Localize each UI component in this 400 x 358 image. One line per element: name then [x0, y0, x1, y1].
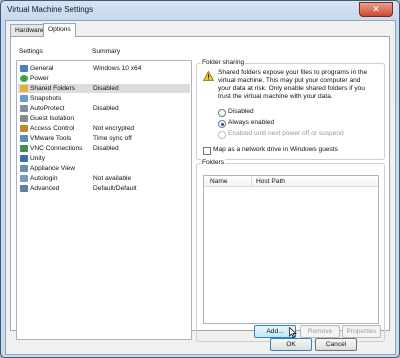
folders-table[interactable]: Name Host Path: [203, 175, 379, 324]
row-label: Advanced: [30, 185, 60, 192]
folders-table-header: Name Host Path: [204, 176, 378, 187]
vmware-tools-icon: [20, 135, 28, 142]
radio-disabled[interactable]: [218, 109, 226, 117]
row-value: Time sync off: [93, 135, 132, 142]
row-label: AutoProtect: [30, 105, 65, 112]
warning-line: trust the virtual machine with your data…: [218, 93, 333, 100]
autologin-icon: [20, 175, 28, 182]
row-label: Autologin: [30, 175, 58, 182]
folder-sharing-label: Folder sharing: [201, 59, 246, 66]
row-value: Disabled: [93, 145, 119, 152]
warning-line: virtual machine. This may put your compu…: [218, 77, 361, 84]
warning-icon: [203, 71, 214, 81]
row-value: Not available: [93, 175, 132, 182]
row-value: Windows 10 x64: [93, 65, 142, 72]
folders-group: Folders Name Host Path Add... Remove Pro…: [196, 159, 385, 342]
row-label: Access Control: [30, 125, 75, 132]
settings-row-guest-isolation[interactable]: Guest Isolation: [18, 114, 190, 123]
row-label: VMware Tools: [30, 135, 72, 142]
settings-list: General Windows 10 x64 Power Shared Fold…: [16, 60, 192, 340]
snapshots-icon: [20, 95, 28, 102]
settings-row-power[interactable]: Power: [18, 74, 190, 83]
remove-button[interactable]: Remove: [300, 325, 340, 338]
shared-folders-icon: [20, 85, 28, 92]
access-control-icon: [20, 125, 28, 132]
settings-row-vmware-tools[interactable]: VMware Tools Time sync off: [18, 134, 190, 143]
settings-row-unity[interactable]: Unity: [18, 154, 190, 163]
mouse-cursor-icon: [289, 327, 297, 338]
cancel-button[interactable]: Cancel: [315, 338, 357, 351]
settings-row-shared-folders[interactable]: Shared Folders Disabled: [18, 84, 190, 93]
ok-button[interactable]: OK: [270, 338, 312, 351]
row-value: Default/Default: [93, 185, 137, 192]
name-column-header[interactable]: Name: [210, 178, 228, 185]
folder-sharing-group: Folder sharing Shared folders expose you…: [196, 59, 385, 160]
settings-column-header: Settings: [19, 48, 43, 55]
map-network-drive-checkbox[interactable]: [203, 147, 211, 155]
summary-column-header: Summary: [92, 48, 121, 55]
row-value: Not encrypted: [93, 125, 135, 132]
warning-text: Shared folders expose your files to prog…: [218, 69, 367, 101]
appliance-view-icon: [20, 165, 28, 172]
radio-enabled-until-power-off-label: Enabled until next power off or suspend: [228, 130, 344, 137]
tab-options[interactable]: Options: [43, 23, 76, 37]
settings-row-snapshots[interactable]: Snapshots: [18, 94, 190, 103]
settings-window: Virtual Machine Settings ✕ Hardware Opti…: [0, 0, 400, 358]
row-value: Disabled: [93, 105, 119, 112]
settings-row-access-control[interactable]: Access Control Not encrypted: [18, 124, 190, 133]
map-network-drive-label: Map as a network drive in Windows guests: [213, 146, 338, 153]
row-label: VNC Connections: [30, 145, 83, 152]
close-button[interactable]: ✕: [359, 2, 393, 17]
column-divider: [251, 176, 252, 186]
radio-always-enabled[interactable]: [218, 120, 226, 128]
folders-label: Folders: [201, 159, 225, 166]
autoprotect-icon: [20, 105, 28, 112]
row-label: Appliance View: [30, 165, 75, 172]
row-label: Unity: [30, 155, 46, 162]
row-label: General: [30, 65, 54, 72]
title-bar: Virtual Machine Settings ✕: [1, 1, 399, 19]
settings-row-appliance-view[interactable]: Appliance View: [18, 164, 190, 173]
radio-always-enabled-label: Always enabled: [228, 119, 275, 126]
advanced-icon: [20, 185, 28, 192]
row-label: Power: [30, 75, 49, 82]
window-title: Virtual Machine Settings: [7, 5, 94, 14]
settings-row-vnc-connections[interactable]: VNC Connections Disabled: [18, 144, 190, 153]
settings-row-advanced[interactable]: Advanced Default/Default: [18, 184, 190, 193]
row-value: Disabled: [93, 85, 119, 92]
row-label: Snapshots: [30, 95, 62, 102]
unity-icon: [20, 155, 28, 162]
settings-row-autoprotect[interactable]: AutoProtect Disabled: [18, 104, 190, 113]
settings-row-autologin[interactable]: Autologin Not available: [18, 174, 190, 183]
options-panel: Settings Summary General Windows 10 x64 …: [10, 36, 390, 342]
power-icon: [20, 75, 28, 82]
host-path-column-header[interactable]: Host Path: [256, 178, 285, 185]
settings-row-general[interactable]: General Windows 10 x64: [18, 64, 190, 73]
row-label: Shared Folders: [30, 85, 76, 92]
radio-enabled-until-power-off[interactable]: [218, 131, 226, 139]
row-label: Guest Isolation: [30, 115, 74, 122]
warning-line: your data at risk. Only enable shared fo…: [218, 85, 365, 92]
warning-line: Shared folders expose your files to prog…: [218, 69, 368, 76]
vnc-connections-icon: [20, 145, 28, 152]
dialog-client: Hardware Options Settings Summary Genera…: [5, 20, 396, 355]
properties-button[interactable]: Properties: [342, 325, 381, 338]
guest-isolation-icon: [20, 115, 28, 122]
general-icon: [20, 65, 28, 72]
radio-disabled-label: Disabled: [228, 108, 254, 115]
